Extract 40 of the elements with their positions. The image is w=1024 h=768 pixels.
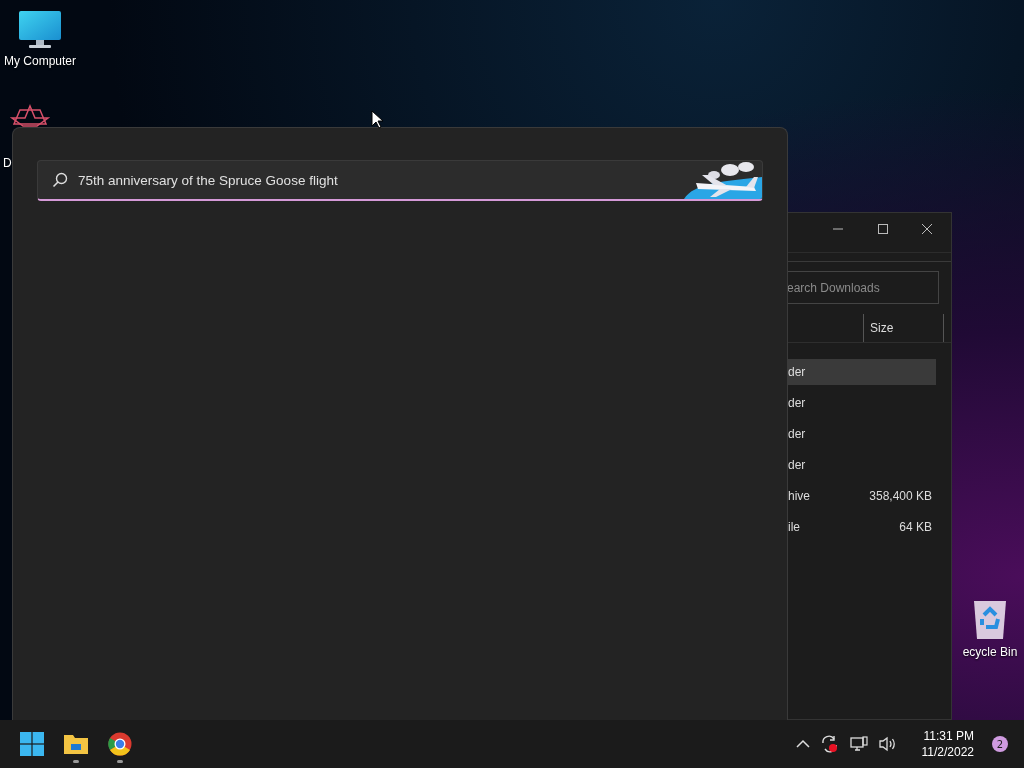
search-input[interactable]: 75th anniversary of the Spruce Goose flight <box>78 172 674 188</box>
file-size: 64 KB <box>899 520 932 534</box>
file-type: hive <box>788 489 810 503</box>
file-size: 358,400 KB <box>869 489 932 503</box>
file-type: der <box>788 365 806 379</box>
chevron-up-icon[interactable] <box>795 739 810 749</box>
notification-badge[interactable]: 2 <box>992 736 1008 752</box>
running-indicator <box>73 760 79 763</box>
icon-label[interactable]: D <box>3 156 12 170</box>
running-indicator <box>117 760 123 763</box>
sync-icon[interactable] <box>819 735 840 753</box>
file-row[interactable]: ile 64 KB <box>788 514 936 540</box>
search-field[interactable]: earch Downloads <box>787 271 939 304</box>
file-type: der <box>788 427 806 441</box>
maximize-icon[interactable] <box>876 223 889 235</box>
browser-icon[interactable] <box>108 732 132 756</box>
file-type: der <box>788 396 806 410</box>
file-type: ile <box>788 520 800 534</box>
volume-icon[interactable] <box>877 736 898 752</box>
clock[interactable]: 11:31 PM 11/2/2022 <box>921 729 974 759</box>
icon-label[interactable]: ecycle Bin <box>962 645 1018 659</box>
search-field[interactable]: 75th anniversary of the Spruce Goose flight <box>37 160 763 201</box>
file-row[interactable]: der <box>788 452 936 478</box>
folder-icon[interactable] <box>63 733 89 755</box>
windows-logo-icon[interactable] <box>20 732 44 756</box>
file-row[interactable]: der <box>788 359 936 385</box>
search-icon <box>52 172 68 188</box>
clock-time: 11:31 PM <box>923 729 974 743</box>
column-header[interactable]: Size <box>863 314 944 342</box>
network-icon[interactable] <box>849 736 868 752</box>
airplane-icon <box>684 161 762 199</box>
mouse-cursor-icon <box>371 110 383 129</box>
close-icon[interactable] <box>921 223 933 235</box>
file-row[interactable]: der <box>788 421 936 447</box>
monitor-icon[interactable] <box>18 10 62 50</box>
icon-label[interactable]: My Computer <box>4 54 76 68</box>
clock-date: 11/2/2022 <box>921 745 974 759</box>
file-row[interactable]: hive 358,400 KB <box>788 483 936 509</box>
file-row[interactable]: der <box>788 390 936 416</box>
file-type: der <box>788 458 806 472</box>
